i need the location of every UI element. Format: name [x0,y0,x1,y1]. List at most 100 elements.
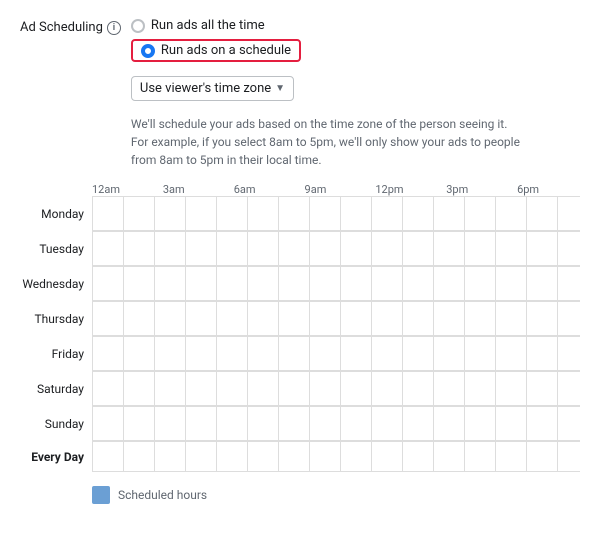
grid-cell[interactable] [310,197,341,231]
grid-cell[interactable] [248,442,279,472]
grid-cell[interactable] [93,337,124,371]
radio-option-all-time[interactable]: Run ads all the time [131,18,531,33]
grid-cell[interactable] [186,197,217,231]
grid-cell[interactable] [341,407,372,441]
grid-cell[interactable] [527,302,558,336]
grid-cell[interactable] [558,337,580,371]
grid-cell[interactable] [124,372,155,406]
grid-cell[interactable] [465,337,496,371]
grid-cell[interactable] [93,407,124,441]
grid-cell[interactable] [310,407,341,441]
grid-cell[interactable] [248,232,279,266]
grid-cell[interactable] [248,197,279,231]
grid-cell[interactable] [496,337,527,371]
grid-cell[interactable] [93,267,124,301]
grid-cell[interactable] [248,407,279,441]
grid-cell[interactable] [434,407,465,441]
grid-cell[interactable] [217,442,248,472]
grid-cell[interactable] [403,232,434,266]
grid-cell[interactable] [434,302,465,336]
grid-cell[interactable] [155,302,186,336]
grid-cell[interactable] [279,302,310,336]
radio-option-schedule[interactable]: Run ads on a schedule [131,39,531,62]
grid-cell[interactable] [465,267,496,301]
grid-cell[interactable] [341,197,372,231]
grid-cell[interactable] [527,197,558,231]
grid-cell[interactable] [186,302,217,336]
grid-cell[interactable] [279,442,310,472]
grid-cell[interactable] [434,372,465,406]
grid-cell[interactable] [93,197,124,231]
grid-cell[interactable] [558,232,580,266]
grid-cell[interactable] [496,372,527,406]
grid-cell[interactable] [186,232,217,266]
grid-cell[interactable] [403,267,434,301]
grid-cell[interactable] [372,337,403,371]
grid-cell[interactable] [217,407,248,441]
grid-cell[interactable] [372,302,403,336]
grid-cell[interactable] [465,407,496,441]
grid-cell[interactable] [434,232,465,266]
grid-cell[interactable] [155,232,186,266]
grid-cell[interactable] [186,407,217,441]
grid-cell[interactable] [496,442,527,472]
grid-cell[interactable] [155,407,186,441]
grid-cell[interactable] [279,232,310,266]
grid-cell[interactable] [341,267,372,301]
grid-cell[interactable] [279,267,310,301]
grid-cell[interactable] [155,337,186,371]
grid-cell[interactable] [496,232,527,266]
grid-cell[interactable] [155,372,186,406]
grid-cell[interactable] [186,372,217,406]
grid-cell[interactable] [279,372,310,406]
grid-cell[interactable] [93,302,124,336]
grid-cell[interactable] [372,372,403,406]
grid-cell[interactable] [217,302,248,336]
grid-cell[interactable] [465,232,496,266]
grid-cell[interactable] [434,337,465,371]
grid-cell[interactable] [434,197,465,231]
grid-cell[interactable] [527,442,558,472]
grid-cell[interactable] [558,267,580,301]
grid-cell[interactable] [558,442,580,472]
grid-cell[interactable] [496,302,527,336]
grid-cell[interactable] [372,442,403,472]
grid-cell[interactable] [155,197,186,231]
grid-cell[interactable] [341,302,372,336]
grid-cell[interactable] [403,197,434,231]
grid-cell[interactable] [248,337,279,371]
grid-cell[interactable] [93,232,124,266]
grid-cell[interactable] [217,232,248,266]
grid-cell[interactable] [217,267,248,301]
grid-cell[interactable] [124,197,155,231]
grid-cell[interactable] [527,407,558,441]
grid-cell[interactable] [124,442,155,472]
grid-cell[interactable] [124,232,155,266]
grid-cell[interactable] [403,407,434,441]
grid-cell[interactable] [372,197,403,231]
grid-cell[interactable] [403,337,434,371]
grid-cell[interactable] [403,372,434,406]
grid-cell[interactable] [279,407,310,441]
grid-cell[interactable] [248,267,279,301]
grid-cell[interactable] [310,232,341,266]
grid-cell[interactable] [124,302,155,336]
grid-cell[interactable] [527,267,558,301]
grid-cell[interactable] [465,372,496,406]
grid-cell[interactable] [341,372,372,406]
grid-cell[interactable] [124,337,155,371]
grid-cell[interactable] [403,302,434,336]
grid-cell[interactable] [248,372,279,406]
timezone-selector[interactable]: Use viewer's time zone ▼ [131,76,294,101]
grid-cell[interactable] [217,197,248,231]
grid-cell[interactable] [434,267,465,301]
grid-cell[interactable] [155,267,186,301]
grid-cell[interactable] [372,267,403,301]
grid-cell[interactable] [186,337,217,371]
grid-cell[interactable] [155,442,186,472]
info-icon[interactable]: i [107,21,121,35]
grid-cell[interactable] [341,337,372,371]
grid-cell[interactable] [341,232,372,266]
grid-cell[interactable] [558,372,580,406]
grid-cell[interactable] [341,442,372,472]
